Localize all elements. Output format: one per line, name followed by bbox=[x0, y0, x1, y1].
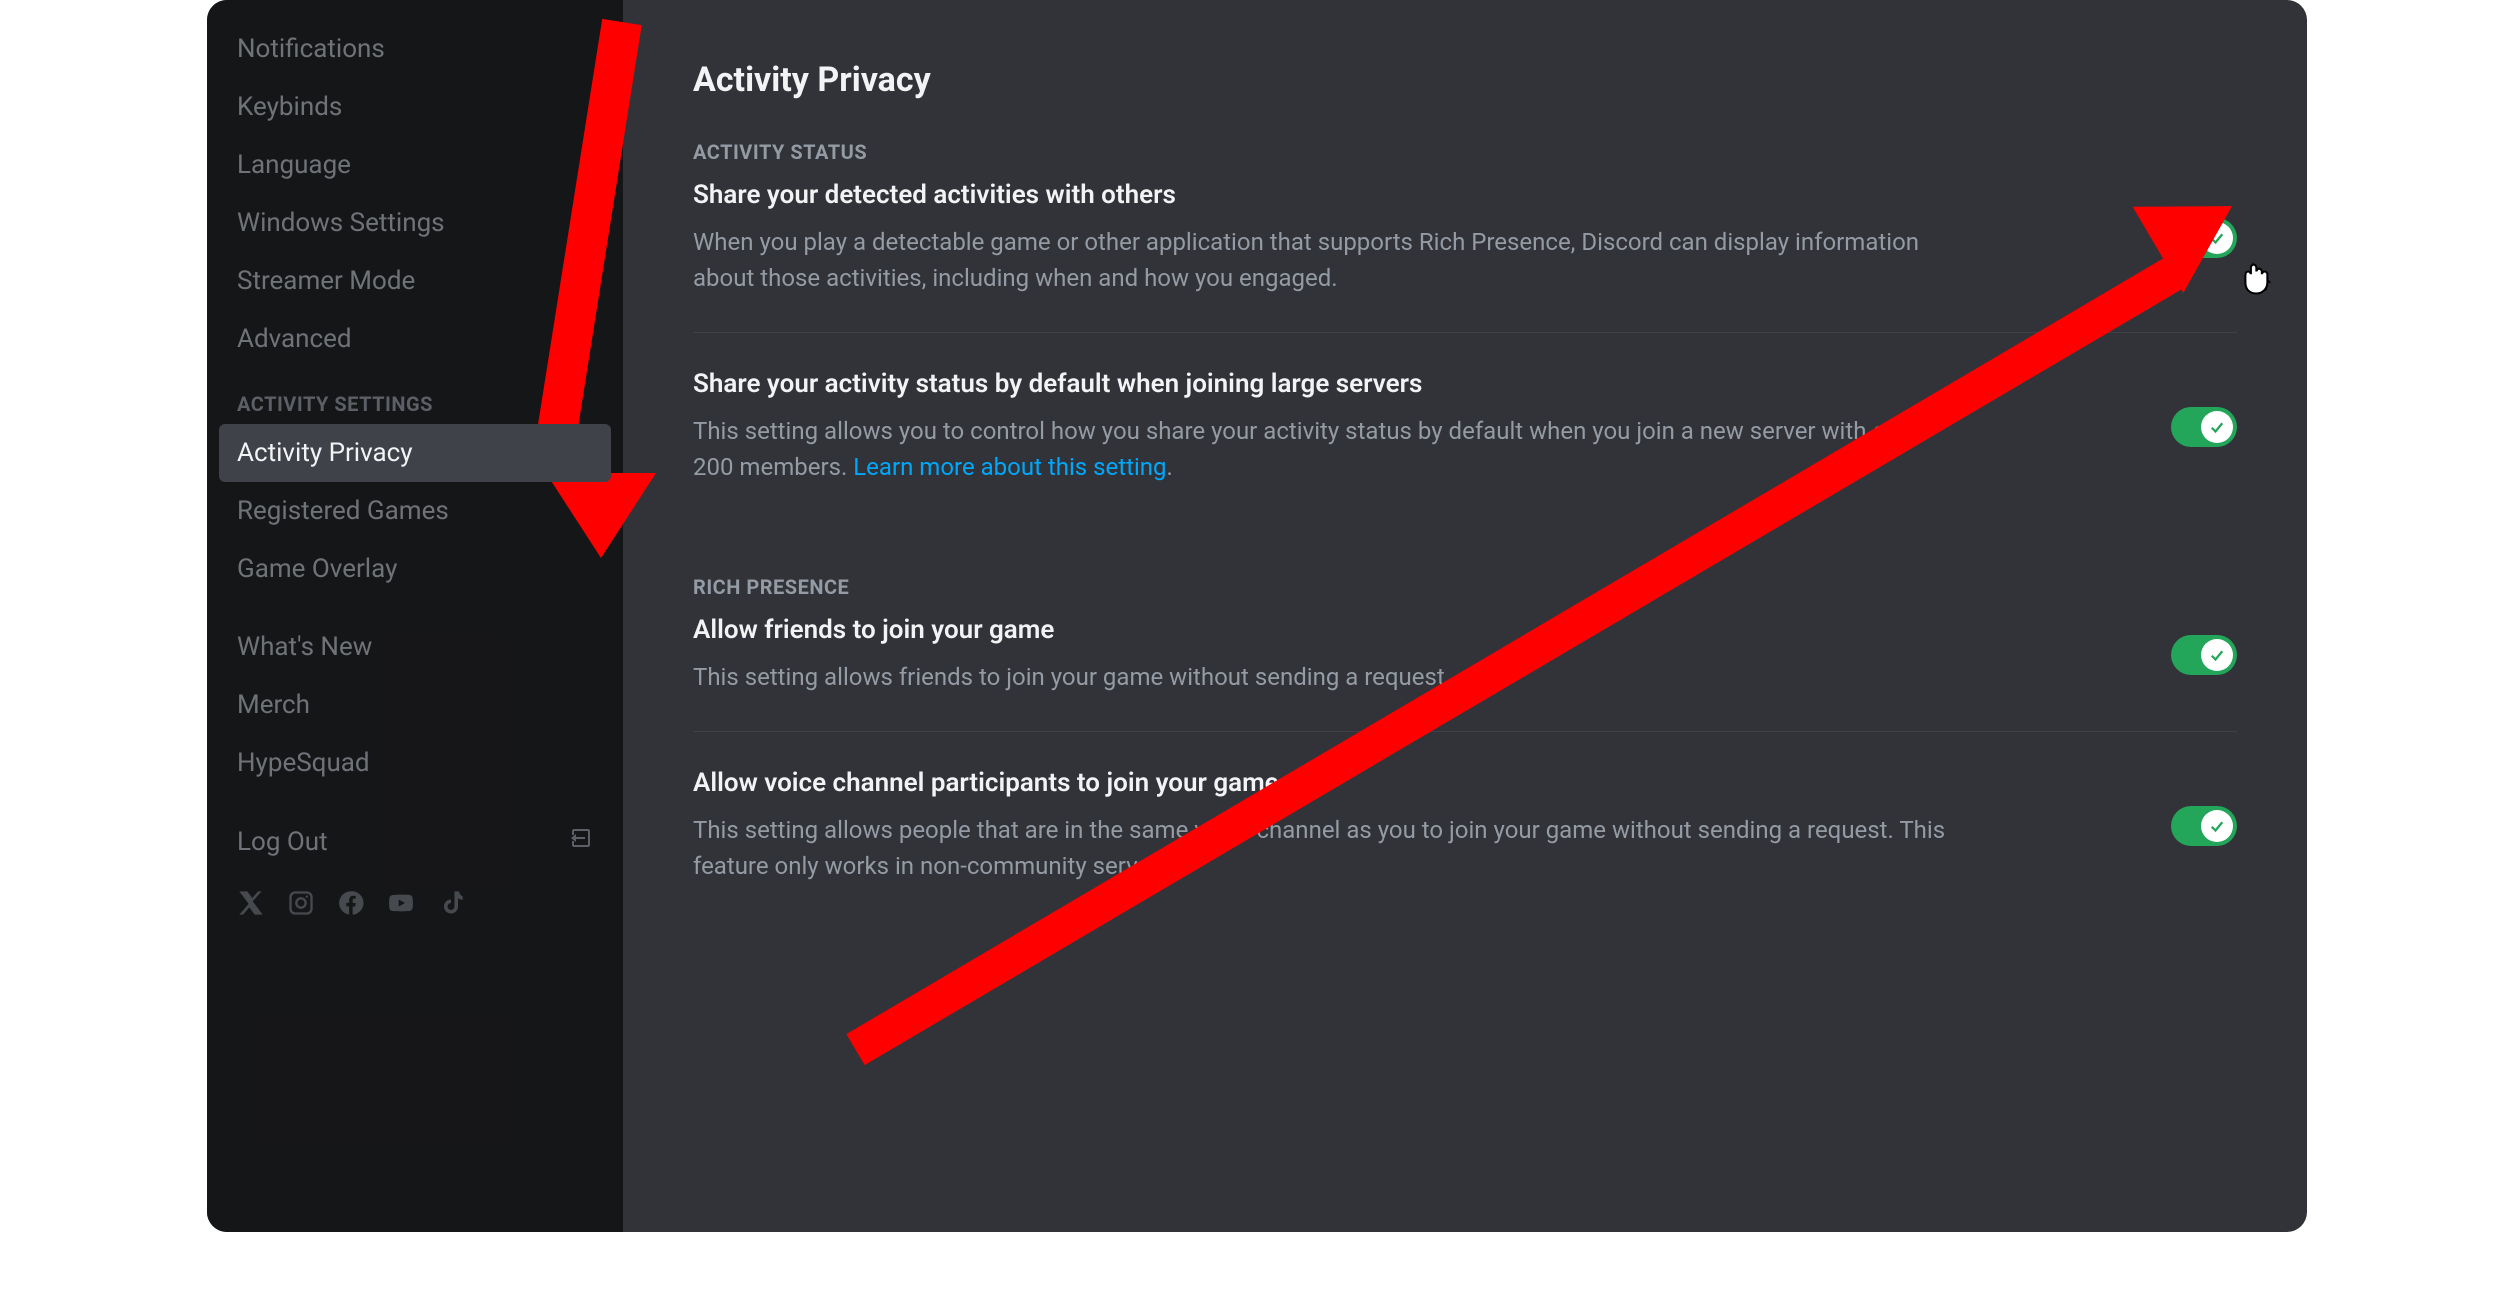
sidebar-item-logout[interactable]: Log Out bbox=[219, 812, 611, 871]
sidebar-item-activity-privacy[interactable]: Activity Privacy bbox=[219, 424, 611, 482]
setting-title: Allow friends to join your game bbox=[693, 615, 1451, 645]
sidebar-item-windows-settings[interactable]: Windows Settings bbox=[219, 194, 611, 252]
setting-title: Share your activity status by default wh… bbox=[693, 369, 1963, 399]
check-icon bbox=[2201, 222, 2233, 254]
sidebar-item-notifications[interactable]: Notifications bbox=[219, 20, 611, 78]
sidebar-item-keybinds[interactable]: Keybinds bbox=[219, 78, 611, 136]
x-twitter-icon[interactable] bbox=[237, 889, 265, 924]
sidebar-item-label: Windows Settings bbox=[237, 208, 445, 238]
sidebar-item-hypesquad[interactable]: HypeSquad bbox=[219, 734, 611, 792]
setting-desc: This setting allows friends to join your… bbox=[693, 659, 1451, 695]
sidebar-item-streamer-mode[interactable]: Streamer Mode bbox=[219, 252, 611, 310]
setting-title: Allow voice channel participants to join… bbox=[693, 768, 1963, 798]
setting-desc: This setting allows you to control how y… bbox=[693, 413, 1963, 485]
sidebar-item-whats-new[interactable]: What's New bbox=[219, 618, 611, 676]
tiktok-icon[interactable] bbox=[437, 889, 465, 924]
sidebar-item-merch[interactable]: Merch bbox=[219, 676, 611, 734]
sidebar-item-label: Streamer Mode bbox=[237, 266, 415, 296]
sidebar-item-label: Activity Privacy bbox=[237, 438, 413, 468]
check-icon bbox=[2201, 411, 2233, 443]
sidebar-item-label: Merch bbox=[237, 690, 310, 720]
setting-desc: When you play a detectable game or other… bbox=[693, 224, 1963, 296]
setting-share-activities: Share your detected activities with othe… bbox=[693, 180, 2237, 333]
instagram-icon[interactable] bbox=[287, 889, 315, 924]
setting-friends-join: Allow friends to join your game This set… bbox=[693, 615, 2237, 732]
sidebar-item-advanced[interactable]: Advanced bbox=[219, 310, 611, 368]
sidebar-item-registered-games[interactable]: Registered Games bbox=[219, 482, 611, 540]
setting-share-status-large-servers: Share your activity status by default wh… bbox=[693, 369, 2237, 521]
setting-title: Share your detected activities with othe… bbox=[693, 180, 1963, 210]
cursor-pointer-icon bbox=[2233, 255, 2277, 299]
sidebar-item-label: Language bbox=[237, 150, 351, 180]
section-header-rich-presence: RICH PRESENCE bbox=[693, 575, 2237, 599]
sidebar-item-label: Game Overlay bbox=[237, 554, 397, 584]
sidebar-item-label: Keybinds bbox=[237, 92, 342, 122]
sidebar-item-label: HypeSquad bbox=[237, 748, 370, 778]
facebook-icon[interactable] bbox=[337, 889, 365, 924]
discord-settings-window: Notifications Keybinds Language Windows … bbox=[207, 0, 2307, 1232]
sidebar-item-label: Advanced bbox=[237, 324, 352, 354]
sidebar-item-label: Notifications bbox=[237, 34, 385, 64]
check-icon bbox=[2201, 639, 2233, 671]
section-header-activity-status: ACTIVITY STATUS bbox=[693, 140, 2237, 164]
page-title: Activity Privacy bbox=[693, 60, 2237, 100]
toggle-friends-join[interactable] bbox=[2171, 635, 2237, 675]
sidebar-item-game-overlay[interactable]: Game Overlay bbox=[219, 540, 611, 598]
social-links bbox=[219, 871, 611, 924]
toggle-share-status-large-servers[interactable] bbox=[2171, 407, 2237, 447]
setting-desc-text: . bbox=[1167, 453, 1173, 481]
settings-main: Activity Privacy ACTIVITY STATUS Share y… bbox=[623, 0, 2307, 1232]
toggle-share-activities[interactable] bbox=[2171, 218, 2237, 258]
sidebar-item-language[interactable]: Language bbox=[219, 136, 611, 194]
logout-icon bbox=[569, 826, 593, 857]
sidebar-header-activity: ACTIVITY SETTINGS bbox=[219, 368, 611, 424]
learn-more-link[interactable]: Learn more about this setting bbox=[853, 453, 1166, 481]
sidebar-item-label: What's New bbox=[237, 632, 372, 662]
setting-voice-join: Allow voice channel participants to join… bbox=[693, 768, 2237, 920]
check-icon bbox=[2201, 810, 2233, 842]
toggle-voice-join[interactable] bbox=[2171, 806, 2237, 846]
setting-desc: This setting allows people that are in t… bbox=[693, 812, 1963, 884]
settings-sidebar: Notifications Keybinds Language Windows … bbox=[207, 0, 623, 1232]
sidebar-item-label: Log Out bbox=[237, 827, 328, 857]
youtube-icon[interactable] bbox=[387, 889, 415, 924]
sidebar-item-label: Registered Games bbox=[237, 496, 449, 526]
